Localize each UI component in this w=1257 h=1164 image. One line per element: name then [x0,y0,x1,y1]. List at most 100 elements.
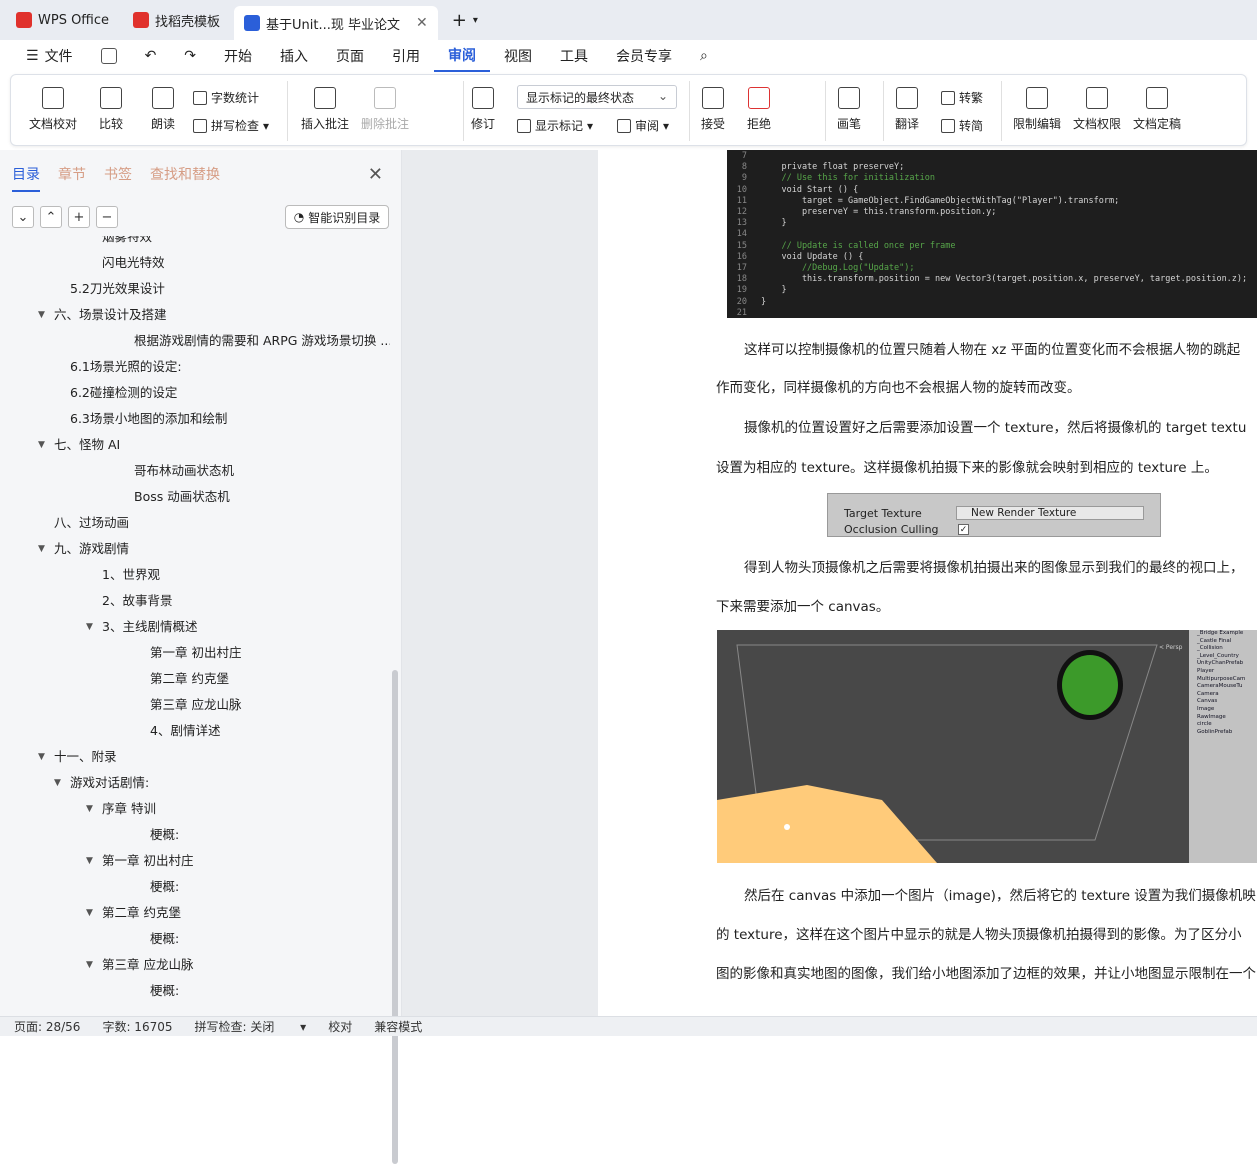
close-icon[interactable]: ✕ [368,164,383,185]
expand-triangle-icon[interactable]: ▼ [38,538,45,560]
expand-triangle-icon[interactable]: ▼ [86,954,93,976]
revise-button[interactable]: 修订 [471,87,495,132]
chevron-down-icon[interactable]: ▾ [473,15,478,26]
remove-level-button[interactable]: − [96,206,118,228]
toc-item[interactable]: 九、游戏剧情 [54,538,129,560]
menu-item-member[interactable]: 会员专享 [602,40,686,72]
menu-item-page[interactable]: 页面 [322,40,378,72]
review-pane-button[interactable]: 审阅 ▾ [617,117,669,134]
toc-item[interactable]: 6.1场景光照的设定: [70,356,182,378]
toc-item[interactable]: 十一、附录 [54,746,117,768]
menu-item-start[interactable]: 开始 [210,40,266,72]
show-markup-button[interactable]: 显示标记 ▾ [517,117,593,134]
toc-item[interactable]: 梗概: [150,876,179,898]
toc-item[interactable]: 2、故事背景 [102,590,172,612]
spell-check-button[interactable]: 拼写检查 ▾ [193,117,269,134]
word-count-button[interactable]: 字数统计 [193,89,259,106]
toc-item[interactable]: 根据游戏剧情的需要和 ARPG 游戏场景切换 ... [134,330,390,352]
tab-template[interactable]: 找稻壳模板 [123,5,230,35]
code-line: 11 target = GameObject.FindGameObjectWit… [736,195,1120,206]
toc-item[interactable]: 3、主线剧情概述 [102,616,197,638]
markup-state-select[interactable]: 显示标记的最终状态 ⌄ [517,85,677,109]
expand-triangle-icon[interactable]: ▼ [38,746,45,768]
expand-triangle-icon[interactable]: ▼ [54,772,61,794]
toc-item[interactable]: 第二章 约克堡 [150,668,229,690]
hierarchy-item: circle [1197,721,1212,728]
delete-comment-button[interactable]: 删除批注 [361,87,409,132]
toc-item[interactable]: 第三章 应龙山脉 [102,954,193,976]
to-traditional-button[interactable]: 转繁 [941,89,983,106]
expand-triangle-icon[interactable]: ▼ [38,434,45,456]
tab-find-replace[interactable]: 查找和替换 [150,164,220,192]
menu-item-reference[interactable]: 引用 [378,40,434,72]
pen-icon [838,87,860,109]
tab-document[interactable]: 基于Unit...现 毕业论文 ✕ [234,6,438,40]
expand-triangle-icon[interactable]: ▼ [86,798,93,820]
toc-item[interactable]: 梗概: [150,824,179,846]
close-icon[interactable]: ✕ [416,15,428,31]
spell-check-status[interactable]: 拼写检查: 关闭 ▾ [195,1018,307,1035]
reject-button[interactable]: 拒绝 [747,87,771,132]
expand-triangle-icon[interactable]: ▼ [86,902,93,924]
toc-item[interactable]: 八、过场动画 [54,512,129,534]
redo-icon[interactable]: ↷ [170,40,210,72]
toc-item[interactable]: 5.2刀光效果设计 [70,278,165,300]
collapse-up-button[interactable]: ⌃ [40,206,62,228]
toc-item[interactable]: 6.2碰撞检测的设定 [70,382,177,404]
toc-item[interactable]: 游戏对话剧情: [70,772,149,794]
toc-item[interactable]: 6.3场景小地图的添加和绘制 [70,408,227,430]
tab-toc[interactable]: 目录 [12,164,40,192]
hierarchy-item: UnityChanPrefab [1197,660,1244,667]
save-icon[interactable] [87,40,131,72]
compare-button[interactable]: 比较 [99,87,123,132]
hierarchy-item: RawImage [1197,713,1226,720]
new-tab-button[interactable]: + ▾ [442,5,488,35]
menu-item-review[interactable]: 审阅 [434,40,491,72]
toc-item[interactable]: 1、世界观 [102,564,160,586]
page-indicator[interactable]: 页面: 28/56 [14,1018,80,1035]
proofread-status[interactable]: 校对 [328,1018,352,1035]
tab-chapters[interactable]: 章节 [58,164,86,192]
menu-item-tools[interactable]: 工具 [546,40,602,72]
accept-button[interactable]: 接受 [701,87,725,132]
toc-item[interactable]: 第二章 约克堡 [102,902,181,924]
toc-item[interactable]: 闪电光特效 [102,252,165,274]
toc-item[interactable]: 第一章 初出村庄 [150,642,241,664]
hamburger-icon: ☰ [26,48,39,64]
word-count-status[interactable]: 字数: 16705 [102,1018,172,1035]
doc-rights-button[interactable]: 文档权限 [1073,87,1121,132]
expand-triangle-icon[interactable]: ▼ [86,616,93,638]
menu-file[interactable]: ☰ 文件 [12,40,87,72]
doc-check-button[interactable]: 文档校对 [29,87,77,132]
restrict-edit-button[interactable]: 限制编辑 [1013,87,1061,132]
smart-toc-button[interactable]: ◔ 智能识别目录 [285,205,389,229]
toc-item[interactable]: 第一章 初出村庄 [102,850,193,872]
add-level-button[interactable]: + [68,206,90,228]
toc-item[interactable]: 哥布林动画状态机 [134,460,234,482]
toc-item[interactable]: 序章 特训 [102,798,156,820]
expand-triangle-icon[interactable]: ▼ [86,850,93,872]
insert-comment-button[interactable]: 插入批注 [301,87,349,132]
translate-button[interactable]: 翻译 [895,87,919,132]
toc-item[interactable]: 梗概: [150,928,179,950]
read-aloud-button[interactable]: 朗读 [151,87,175,132]
menu-item-view[interactable]: 视图 [490,40,546,72]
toc-item[interactable]: Boss 动画状态机 [134,486,230,508]
tab-wps-office[interactable]: WPS Office [6,5,119,35]
toc-item[interactable]: 4、剧情详述 [150,720,220,742]
tab-bookmarks[interactable]: 书签 [104,164,132,192]
toc-item[interactable]: 六、场景设计及搭建 [54,304,167,326]
toc-scrollbar[interactable] [392,670,398,1164]
toc-item[interactable]: 烟雾特效 [102,236,152,248]
undo-icon[interactable]: ↶ [131,40,171,72]
to-simplified-button[interactable]: 转简 [941,117,983,134]
pen-button[interactable]: 画笔 [837,87,861,132]
expand-down-button[interactable]: ⌄ [12,206,34,228]
toc-item[interactable]: 七、怪物 AI [54,434,120,456]
search-icon[interactable]: ⌕ [686,40,722,72]
toc-item[interactable]: 第三章 应龙山脉 [150,694,241,716]
menu-item-insert[interactable]: 插入 [266,40,322,72]
doc-finalize-button[interactable]: 文档定稿 [1133,87,1181,132]
expand-triangle-icon[interactable]: ▼ [38,304,45,326]
toc-item[interactable]: 梗概: [150,980,179,1002]
